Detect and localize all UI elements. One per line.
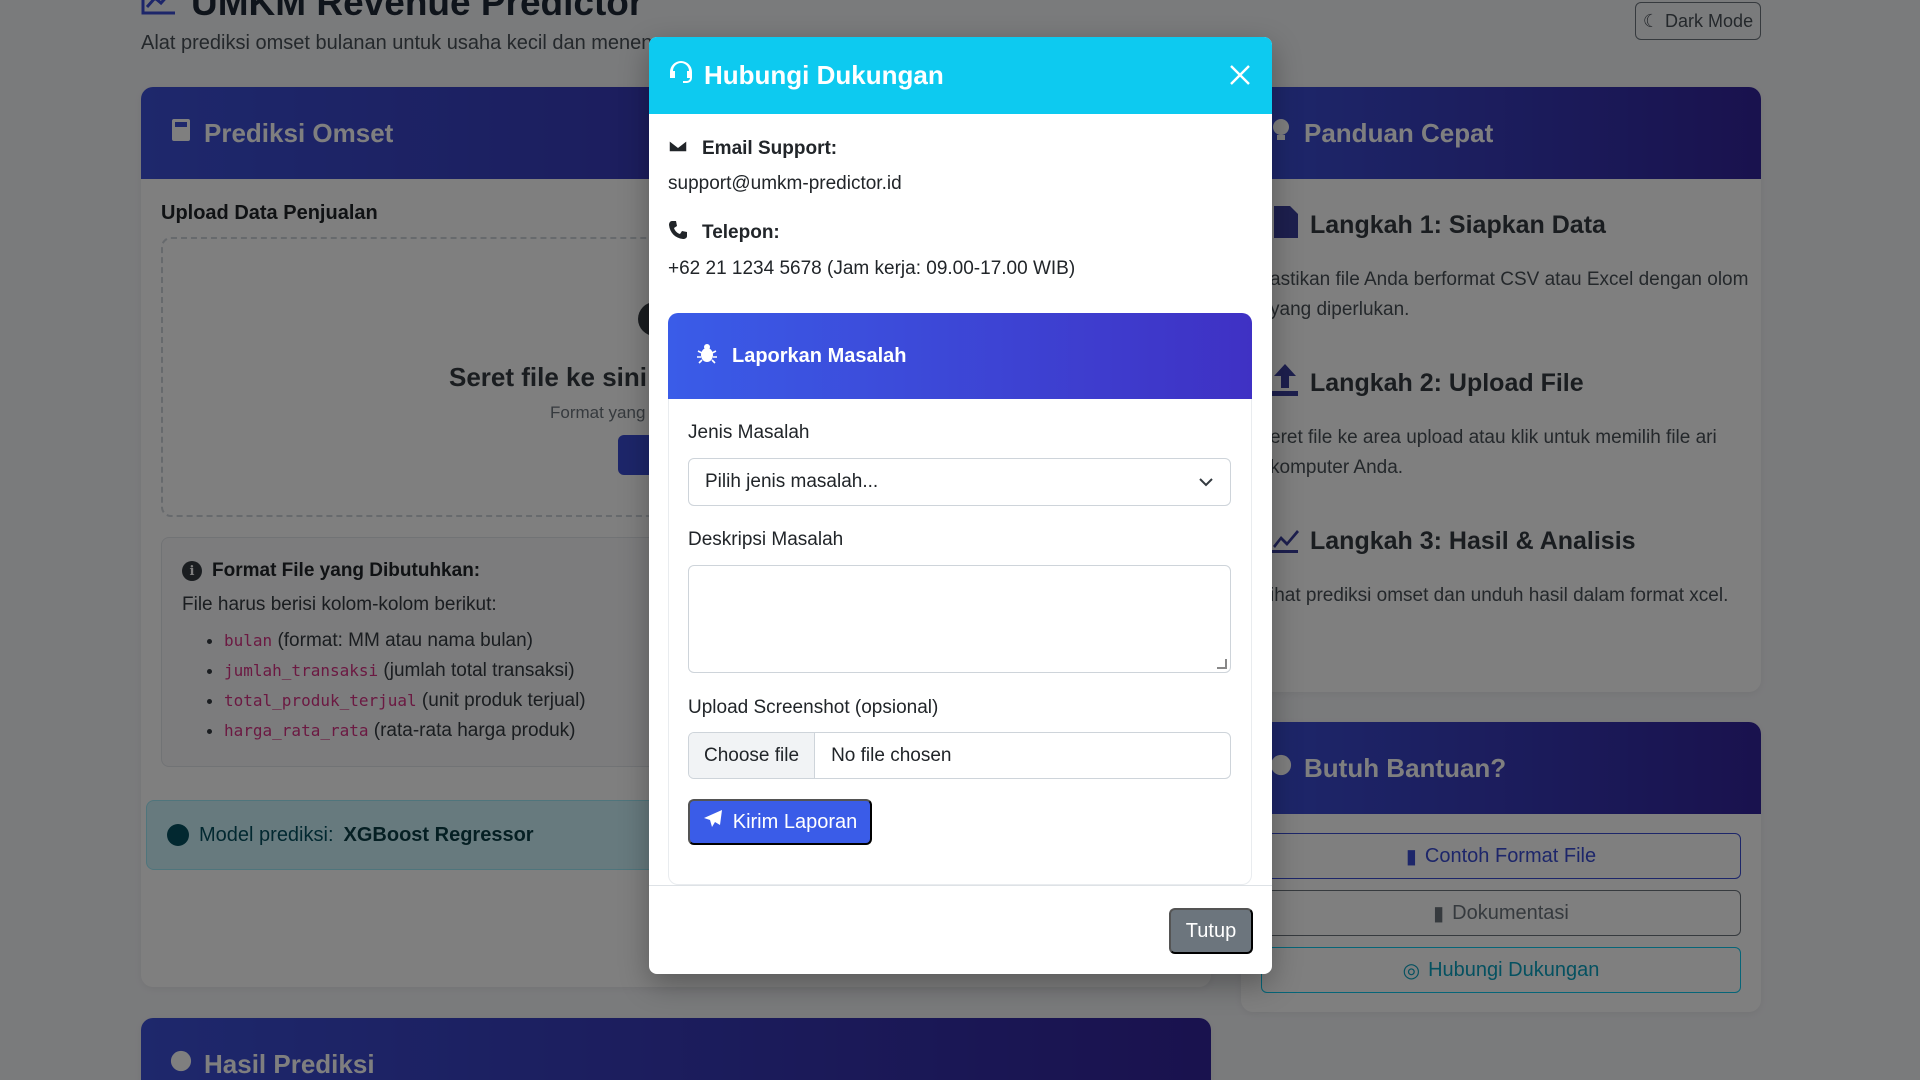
no-file-text: No file chosen [831, 744, 952, 766]
screenshot-label: Upload Screenshot (opsional) [688, 697, 939, 718]
close-icon[interactable] [1226, 61, 1254, 89]
modal-footer: Tutup [649, 885, 1272, 974]
phone-icon [668, 220, 688, 246]
resize-handle-icon[interactable] [1217, 659, 1227, 669]
paper-plane-icon [703, 809, 723, 835]
bug-icon [696, 342, 718, 370]
choose-file-button[interactable]: Choose file [689, 733, 816, 778]
email-label: Email Support: [668, 136, 837, 162]
issue-type-label: Jenis Masalah [688, 422, 810, 443]
modal-header: Hubungi Dukungan [649, 37, 1272, 114]
close-button[interactable]: Tutup [1169, 908, 1253, 954]
phone-value: +62 21 1234 5678 (Jam kerja: 09.00-17.00… [668, 258, 1076, 279]
modal-title: Hubungi Dukungan [704, 60, 944, 90]
screenshot-file-input[interactable]: Choose file No file chosen [688, 732, 1231, 779]
send-report-button[interactable]: Kirim Laporan [688, 799, 872, 845]
phone-label: Telepon: [668, 220, 780, 246]
envelope-icon [668, 136, 688, 162]
report-header: Laporkan Masalah [668, 313, 1252, 399]
email-value: support@umkm-predictor.id [668, 173, 902, 194]
description-label: Deskripsi Masalah [688, 529, 844, 550]
description-textarea[interactable] [688, 565, 1231, 673]
support-modal: Hubungi Dukungan Email Support: support@… [649, 37, 1272, 974]
headset-icon [668, 59, 694, 92]
issue-type-select[interactable]: Pilih jenis masalah... [688, 458, 1231, 506]
